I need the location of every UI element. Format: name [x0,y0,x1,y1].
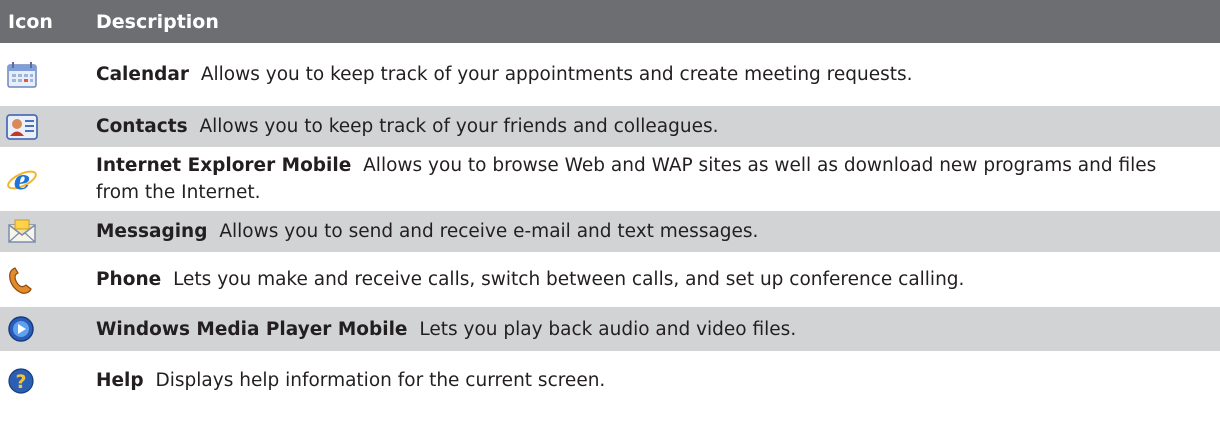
row-description: Phone Lets you make and receive calls, s… [96,266,1220,293]
row-name: Messaging [96,221,208,242]
help-question-icon: ? [0,366,96,396]
table-header: Icon Description [0,0,1220,47]
contacts-icon [0,112,96,142]
calendar-icon [0,60,96,90]
table-row-internet-explorer: e Internet Explorer Mobile Allows you to… [0,147,1220,207]
row-name: Internet Explorer Mobile [96,155,352,176]
row-text: Allows you to keep track of your appoint… [200,64,913,85]
svg-text:?: ? [15,371,26,393]
row-text: Displays help information for the curren… [155,370,606,391]
row-description: Windows Media Player Mobile Lets you pla… [96,316,1220,343]
row-text: Allows you to send and receive e-mail an… [219,221,759,242]
row-name: Phone [96,269,162,290]
row-description: Calendar Allows you to keep track of you… [96,61,1220,88]
row-text: Allows you to keep track of your friends… [199,116,719,137]
table-row-contacts: Contacts Allows you to keep track of you… [0,102,1220,147]
table-row-phone: Phone Lets you make and receive calls, s… [0,252,1220,303]
icon-description-table: Icon Description Calendar Allows you to … [0,0,1220,406]
row-name: Calendar [96,64,189,85]
table-row-messaging: Messaging Allows you to send and receive… [0,207,1220,252]
row-description: Messaging Allows you to send and receive… [96,218,1220,245]
messaging-envelope-icon [0,217,96,247]
svg-text:e: e [14,166,31,194]
header-description-column: Description [96,10,219,33]
header-icon-column: Icon [8,10,53,33]
table-row-calendar: Calendar Allows you to keep track of you… [0,47,1220,102]
row-description: Help Displays help information for the c… [96,367,1220,394]
row-name: Help [96,370,144,391]
media-player-icon [0,314,96,344]
row-text: Lets you play back audio and video files… [419,318,797,340]
phone-handset-icon [0,265,96,295]
table-row-windows-media-player: Windows Media Player Mobile Lets you pla… [0,303,1220,351]
row-description: Contacts Allows you to keep track of you… [96,113,1220,140]
row-name: Contacts [96,116,188,137]
internet-explorer-icon: e [0,164,96,194]
table-row-help: ? Help Displays help information for the… [0,351,1220,406]
row-name: Windows Media Player Mobile [96,318,408,340]
row-description: Internet Explorer Mobile Allows you to b… [96,152,1220,206]
row-text: Lets you make and receive calls, switch … [173,269,965,290]
